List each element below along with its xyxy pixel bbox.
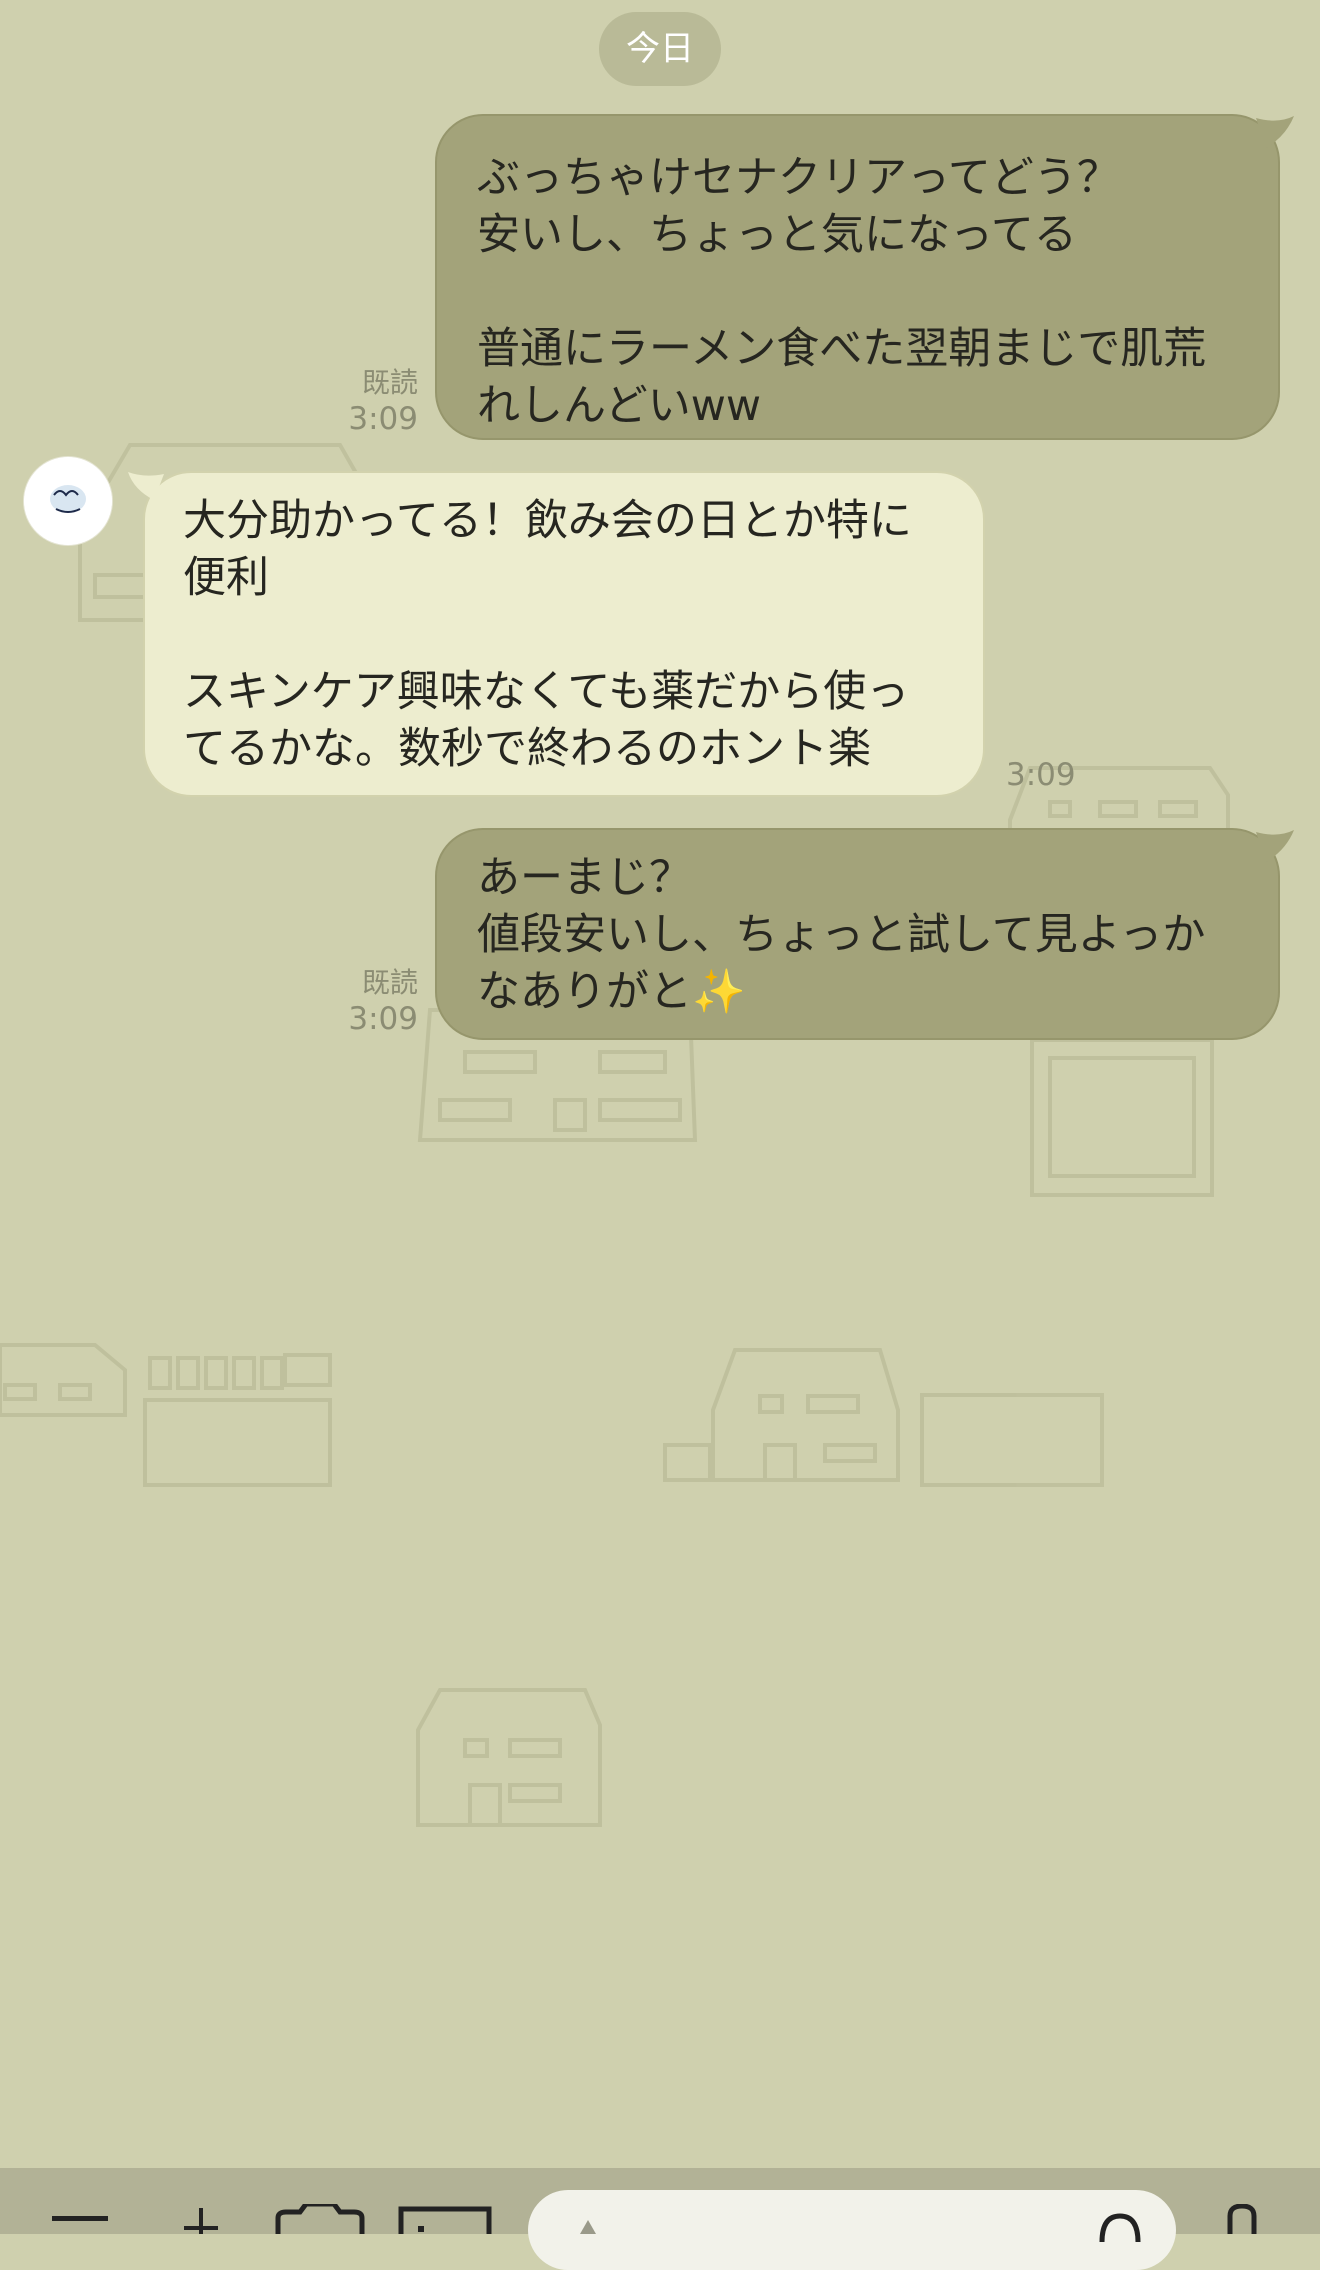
menu-icon[interactable]: [52, 2196, 108, 2234]
message-time: 3:09: [348, 401, 418, 437]
message-time: 3:09: [1006, 757, 1076, 793]
bubble-tail: [128, 472, 164, 500]
read-status: 既読 3:09: [330, 366, 418, 438]
avatar-image: [24, 457, 112, 545]
image-icon[interactable]: [398, 2206, 492, 2234]
read-status: 既読 3:09: [330, 966, 418, 1038]
message-input[interactable]: [528, 2190, 1176, 2270]
bubble-tail: [1256, 116, 1294, 148]
date-separator: 今日: [599, 12, 721, 86]
text-cursor-icon: [580, 2220, 596, 2234]
message-time: 3:09: [348, 1001, 418, 1037]
microphone-icon[interactable]: [1222, 2204, 1262, 2234]
bubble-tail: [1256, 830, 1294, 862]
read-label: 既読: [361, 966, 418, 999]
sent-message-bubble[interactable]: あーまじ？ 値段安いし、ちょっと試して見よっかなありがと✨: [435, 828, 1280, 1040]
contact-avatar[interactable]: [24, 457, 112, 545]
read-label: 既読: [361, 366, 418, 399]
plus-icon[interactable]: [176, 2196, 226, 2234]
received-message-bubble[interactable]: 大分助かってる！飲み会の日とか特に便利 スキンケア興味なくても薬だから使ってるか…: [143, 471, 985, 797]
emoji-icon[interactable]: [1096, 2212, 1144, 2242]
sent-message-bubble[interactable]: ぶっちゃけセナクリアってどう？ 安いし、ちょっと気になってる 普通にラーメン食べ…: [435, 114, 1280, 440]
camera-icon[interactable]: [274, 2204, 366, 2234]
